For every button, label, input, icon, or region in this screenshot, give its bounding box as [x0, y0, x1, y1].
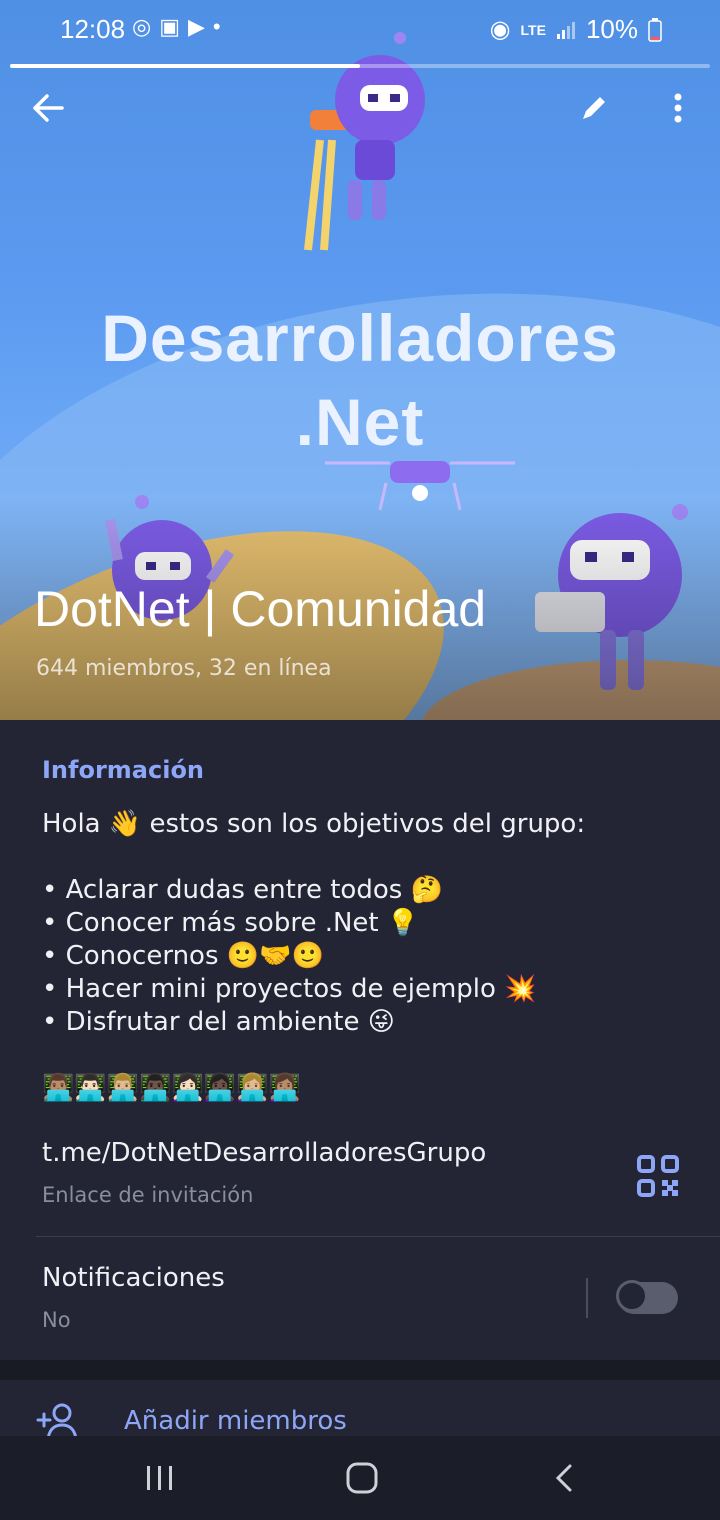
qr-code-icon[interactable]: [636, 1154, 680, 1198]
banner-title-line1: Desarrolladores: [101, 301, 619, 375]
signal-app-icon: ◎: [132, 14, 160, 39]
story-progress-bar: [10, 64, 710, 68]
back-button[interactable]: [24, 84, 72, 132]
status-right: ◉ LTE 10%: [490, 14, 662, 45]
battery-percent: 10%: [585, 14, 638, 44]
recent-apps-button[interactable]: [130, 1456, 190, 1500]
info-section-label: Información: [42, 756, 205, 784]
recent-apps-icon: [147, 1466, 172, 1490]
toggle-knob: [616, 1280, 648, 1312]
lte-label: LTE: [520, 21, 546, 38]
notifications-value: No: [42, 1308, 71, 1332]
invite-link[interactable]: t.me/DotNetDesarrolladoresGrupo: [42, 1138, 486, 1168]
banner-title-line2: .Net: [295, 385, 425, 459]
pencil-icon: [583, 97, 605, 119]
chevron-left-icon: [555, 1464, 572, 1492]
cell-signal-icon: [556, 21, 575, 39]
notification-icons: ◎▣▶•: [132, 14, 229, 40]
add-members-row[interactable]: [0, 1380, 720, 1440]
status-bar: 12:08 ◎▣▶• ◉ LTE 10%: [0, 0, 720, 60]
group-member-count: 644 miembros, 32 en línea: [36, 656, 332, 681]
section-gap: [0, 1360, 720, 1380]
notifications-label[interactable]: Notificaciones: [42, 1263, 225, 1293]
instagram-icon: ▣: [159, 14, 188, 39]
status-time: 12:08: [60, 14, 126, 44]
arrow-left-icon: [33, 94, 64, 122]
battery-icon: [648, 17, 662, 42]
divider: [36, 1236, 720, 1237]
home-button[interactable]: [332, 1456, 392, 1500]
dot-icon: •: [212, 14, 229, 39]
group-title: DotNet | Comunidad: [34, 581, 487, 637]
add-members-button[interactable]: Añadir miembros: [124, 1406, 347, 1436]
story-progress-fill: [10, 64, 360, 68]
more-vertical-icon: [674, 93, 682, 123]
notifications-toggle[interactable]: [616, 1280, 678, 1314]
home-icon: [346, 1462, 378, 1494]
edit-button[interactable]: [570, 84, 618, 132]
invite-link-caption: Enlace de invitación: [42, 1183, 254, 1207]
nav-back-button[interactable]: [534, 1456, 594, 1500]
hotspot-icon: ◉: [489, 16, 511, 43]
vertical-divider: [586, 1278, 588, 1318]
more-options-button[interactable]: [654, 84, 702, 132]
youtube-icon: ▶: [188, 14, 213, 39]
group-description: Hola 👋 estos son los objetivos del grupo…: [42, 809, 586, 1103]
